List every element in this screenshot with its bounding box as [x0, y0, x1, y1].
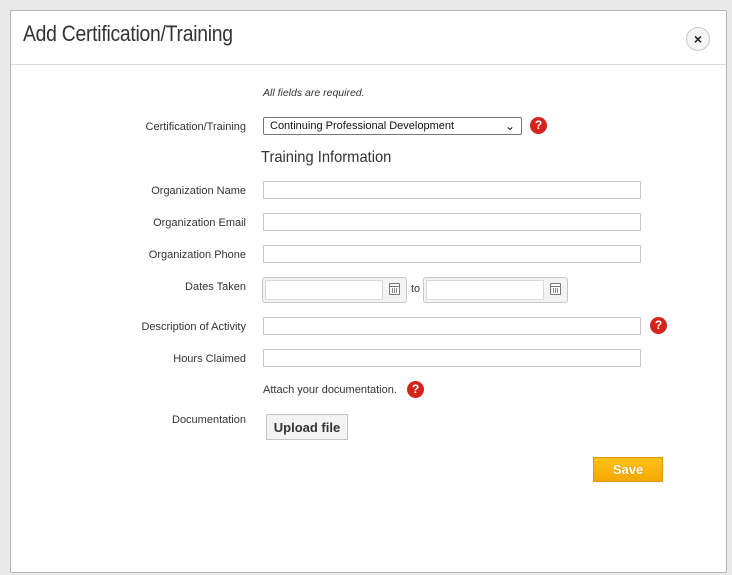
upload-file-button[interactable]: Upload file [266, 414, 348, 440]
calendar-icon[interactable] [550, 283, 561, 295]
modal-title: Add Certification/Training [23, 21, 233, 46]
save-button[interactable]: Save [593, 457, 663, 482]
certification-label: Certification/Training [145, 121, 246, 133]
organization-name-input[interactable] [263, 181, 641, 199]
certification-help-icon[interactable]: ? [530, 117, 547, 134]
organization-email-label: Organization Email [153, 217, 246, 229]
dates-taken-label: Dates Taken [185, 281, 246, 293]
organization-phone-input[interactable] [263, 245, 641, 263]
modal-header: Add Certification/Training × [11, 11, 726, 65]
hours-claimed-input[interactable] [263, 349, 641, 367]
description-label: Description of Activity [141, 321, 246, 333]
documentation-label: Documentation [172, 414, 246, 426]
calendar-icon[interactable] [389, 283, 400, 295]
start-date-field[interactable] [262, 277, 407, 303]
documentation-help-icon[interactable]: ? [407, 381, 424, 398]
add-certification-modal: Add Certification/Training × All fields … [10, 10, 727, 573]
end-date-field[interactable] [423, 277, 568, 303]
certification-select-value: Continuing Professional Development [270, 120, 455, 132]
end-date-input[interactable] [426, 280, 544, 300]
start-date-input[interactable] [265, 280, 383, 300]
chevron-down-icon: ⌄ [504, 119, 515, 133]
description-input[interactable] [263, 317, 641, 335]
attach-documentation-text: Attach your documentation. [263, 384, 397, 396]
certification-select[interactable]: Continuing Professional Development ⌄ [263, 117, 522, 135]
organization-name-label: Organization Name [151, 185, 246, 197]
close-button[interactable]: × [686, 27, 710, 51]
dates-to-label: to [411, 283, 421, 295]
required-note: All fields are required. [263, 87, 365, 99]
organization-email-input[interactable] [263, 213, 641, 231]
description-help-icon[interactable]: ? [650, 317, 667, 334]
hours-claimed-label: Hours Claimed [173, 353, 246, 365]
organization-phone-label: Organization Phone [148, 249, 246, 261]
section-title: Training Information [261, 149, 392, 166]
